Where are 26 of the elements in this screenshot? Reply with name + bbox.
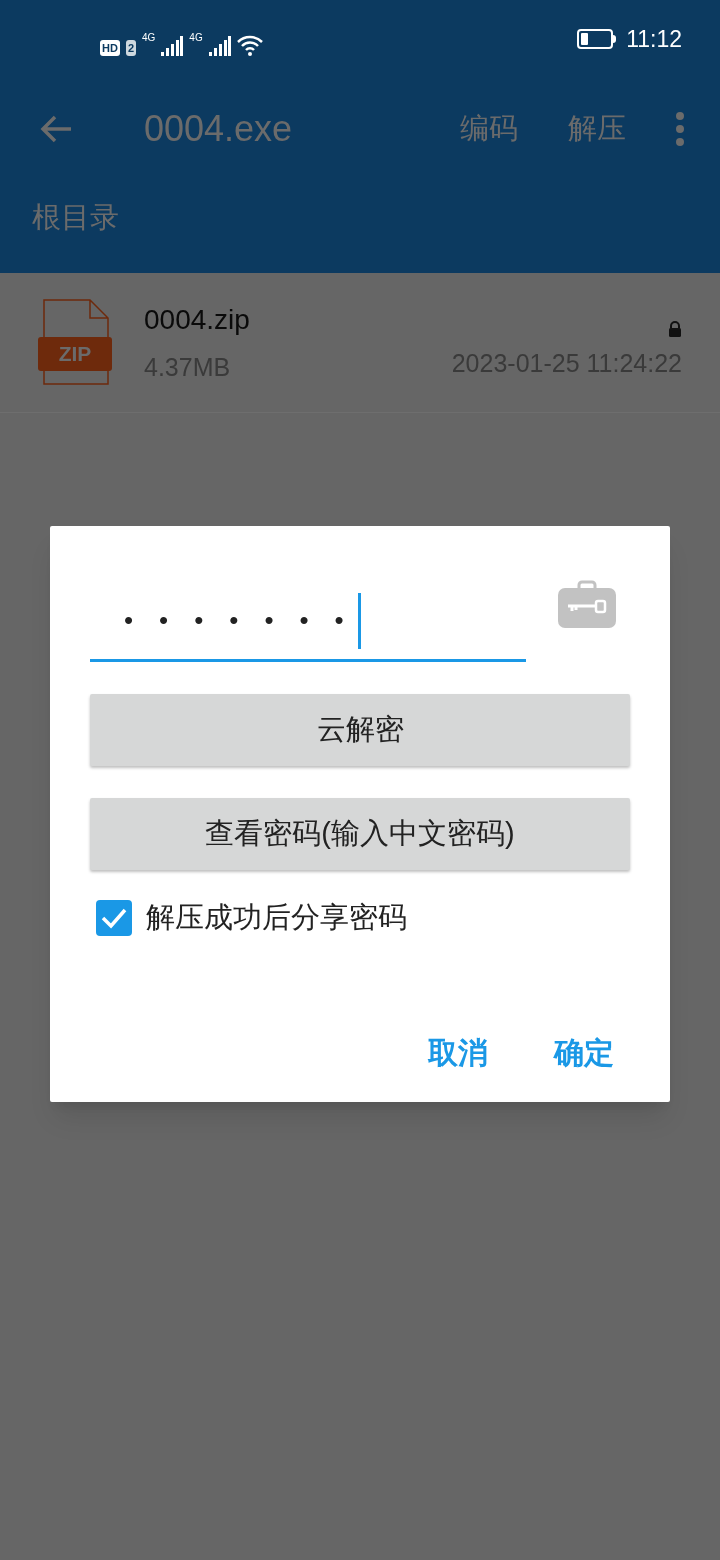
hd-badge: HD: [100, 40, 120, 56]
network-label: 4G: [189, 31, 203, 45]
back-arrow-icon: [39, 114, 73, 144]
wifi-icon: [236, 34, 263, 56]
password-field[interactable]: •••••••: [90, 582, 526, 662]
sim-badge: 2: [125, 40, 136, 56]
password-value: •••••••: [124, 604, 370, 637]
signal-icon: [208, 36, 231, 56]
clock: 11:12: [626, 24, 682, 54]
breadcrumb[interactable]: 根目录: [32, 201, 119, 233]
checkbox[interactable]: [96, 899, 132, 936]
network-label: 4G: [142, 31, 156, 45]
checkbox-label: 解压成功后分享密码: [146, 900, 407, 935]
key-case-button[interactable]: [558, 580, 616, 628]
dialog-button[interactable]: 查看密码(输入中文密码): [90, 798, 630, 870]
toolbar-action[interactable]: 编码: [460, 107, 518, 151]
signal-icon: [161, 36, 184, 56]
more-menu-button[interactable]: [676, 112, 684, 146]
dialog-action[interactable]: 取消: [428, 1029, 488, 1075]
toolbar-action[interactable]: 解压: [568, 107, 626, 151]
file-name: 0004.zip: [144, 302, 250, 337]
dialog-action[interactable]: 确定: [554, 1029, 614, 1075]
dialog-button[interactable]: 云解密: [90, 694, 630, 766]
app-title: 0004.exe: [144, 107, 293, 151]
key-case-icon: [558, 580, 616, 628]
battery-icon: [577, 28, 617, 49]
